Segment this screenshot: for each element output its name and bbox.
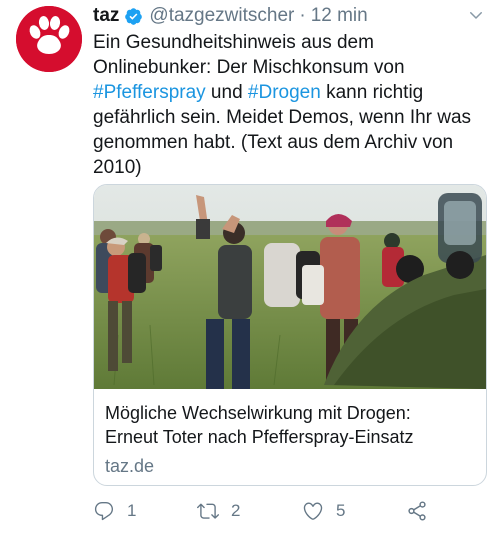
link-card[interactable]: Mögliche Wechselwirkung mit Drogen: Erneu… [93,184,487,486]
retweet-count: 2 [231,501,241,520]
tweet-text-line: #Pfefferspray und #Drogen kann richtig [93,80,488,105]
retweet-button[interactable]: 2 [197,498,240,524]
retweet-icon [197,503,219,519]
verified-badge-icon [124,7,143,26]
separator-dot: · [299,5,306,26]
tweet-time[interactable]: 12 min [311,5,368,27]
tweet-header: taz @tazgezwitscher · 12 min [93,4,488,28]
tweet-text-segment: und [205,82,248,103]
tweet-text-segment: Onlinebunker: Der Mischkonsum von [93,57,405,78]
card-title[interactable]: Mögliche Wechselwirkung mit Drogen: Erneu… [105,401,477,449]
chevron-down-icon[interactable] [467,6,485,24]
card-text: Mögliche Wechselwirkung mit Drogen: Erneu… [105,401,477,477]
share-icon [408,501,426,521]
like-count: 5 [336,501,346,520]
tweet-text: Ein Gesundheitshinweis aus dem Onlinebunk… [93,30,488,180]
reply-icon [94,502,114,521]
avatar[interactable] [16,6,82,72]
tweet-text-line: gefährlich sein. Meidet Demos, wenn Ihr … [93,105,488,130]
author-handle[interactable]: @tazgezwitscher [149,5,294,27]
tweet-text-segment: genommen habt. (Text aus dem Archiv von [93,132,454,153]
tweet-text-segment: 2010) [93,157,142,178]
hashtag-link[interactable]: #Pfefferspray [93,82,206,103]
tweet-text-segment: gefährlich sein. Meidet Demos, wenn Ihr … [93,107,472,128]
reply-count: 1 [127,501,137,520]
action-bar: 1 2 5 [93,498,488,524]
tweet-text-line: Ein Gesundheitshinweis aus dem [93,30,488,55]
reply-button[interactable]: 1 [93,498,136,524]
share-button[interactable] [406,498,428,524]
tweet-text-segment: Ein Gesundheitshinweis aus dem [93,32,374,53]
card-domain[interactable]: taz.de [105,455,477,477]
hashtag-link[interactable]: #Drogen [248,82,321,103]
tweet-text-line: 2010) [93,155,488,180]
author-name[interactable]: taz [93,5,119,27]
tweet-text-segment: kann richtig [320,82,424,103]
card-title-line: Erneut Toter nach Pfefferspray-Einsatz [105,427,414,447]
like-icon [303,502,323,520]
like-button[interactable]: 5 [302,498,345,524]
tweet-text-line: Onlinebunker: Der Mischkonsum von [93,55,488,80]
tweet-text-line: genommen habt. (Text aus dem Archiv von [93,130,488,155]
taz-paw-logo [16,6,82,72]
card-title-line: Mögliche Wechselwirkung mit Drogen: [105,403,411,423]
card-image [94,185,486,389]
